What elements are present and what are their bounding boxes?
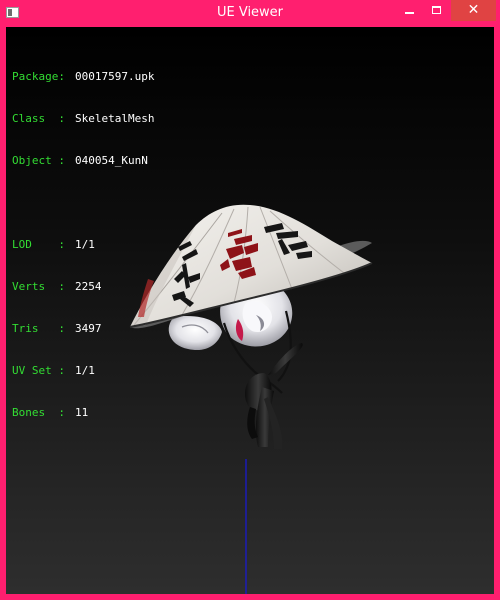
close-icon: ✕ (467, 2, 480, 18)
info-verts-label: Verts : (12, 280, 65, 293)
info-class-value: SkeletalMesh (75, 112, 155, 125)
info-lod-label: LOD : (12, 238, 65, 251)
info-tris-label: Tris : (12, 322, 65, 335)
info-lod-value: 1/1 (75, 238, 95, 251)
info-uvset-label: UV Set : (12, 364, 65, 377)
info-object-label: Object : (12, 154, 65, 167)
maximize-button[interactable] (423, 0, 451, 21)
info-tris-row: Tris : 3497 (12, 322, 154, 336)
info-package-value: 00017597.upk (75, 70, 155, 83)
mesh-info-overlay: Package: 00017597.upk Class : SkeletalMesh… (12, 42, 154, 448)
maximize-icon (432, 6, 441, 14)
info-verts-value: 2254 (75, 280, 102, 293)
info-object-row: Object : 040054_KunN (12, 154, 154, 168)
info-object-value: 040054_KunN (75, 154, 148, 167)
minimize-icon (405, 12, 414, 14)
info-bones-label: Bones : (12, 406, 65, 419)
info-bones-row: Bones : 11 (12, 406, 154, 420)
info-tris-value: 3497 (75, 322, 102, 335)
close-button[interactable]: ✕ (451, 0, 496, 21)
minimize-button[interactable] (395, 0, 423, 21)
info-class-label: Class : (12, 112, 65, 125)
info-package-label: Package: (12, 70, 65, 83)
app-icon-pane (8, 9, 12, 16)
info-class-row: Class : SkeletalMesh (12, 112, 154, 126)
info-uvset-row: UV Set : 1/1 (12, 364, 154, 378)
title-bar[interactable]: UE Viewer ✕ (0, 0, 500, 27)
3d-viewport[interactable]: Package: 00017597.upk Class : SkeletalMesh… (6, 27, 494, 594)
info-package-row: Package: 00017597.upk (12, 70, 154, 84)
info-verts-row: Verts : 2254 (12, 280, 154, 294)
info-uvset-value: 1/1 (75, 364, 95, 377)
info-lod-row: LOD : 1/1 (12, 238, 154, 252)
info-bones-value: 11 (75, 406, 89, 419)
app-window-icon[interactable] (6, 7, 19, 18)
app-window: UE Viewer ✕ Package: 00017597.upk Class … (0, 0, 500, 600)
